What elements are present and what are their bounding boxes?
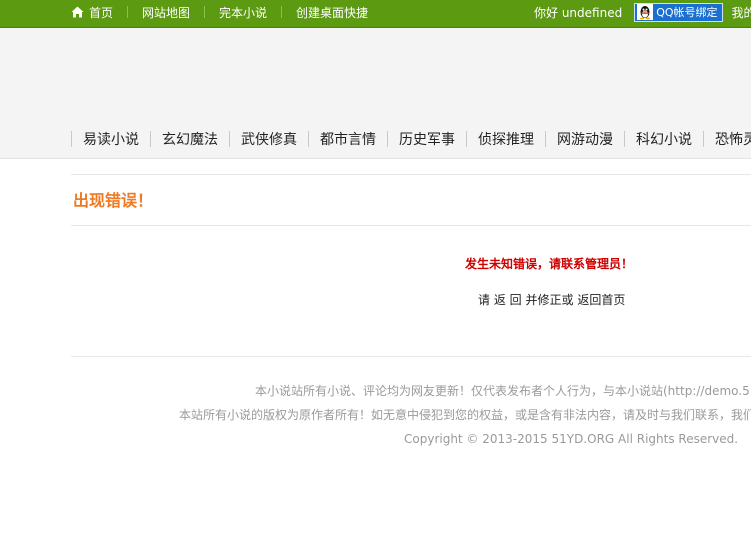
go-back-link[interactable]: 返 回 [494,293,522,307]
nav-home-link[interactable]: 首页 [89,4,113,21]
nav-divider [127,6,129,18]
nav-sitemap-link[interactable]: 网站地图 [142,4,190,21]
error-message: 发生未知错误，请联系管理员！ [465,257,634,271]
nav-divider [281,6,283,18]
nav-home[interactable]: 首页 [71,4,113,21]
category-link[interactable]: 恐怖灵 [704,129,751,149]
top-nav: 首页 网站地图 完本小说 创建桌面快捷 [71,0,368,24]
error-actions-middle: 并修正或 [525,293,574,307]
content-divider [71,356,751,357]
home-icon [71,6,84,18]
error-actions-prefix: 请 [478,293,491,307]
category-link[interactable]: 都市言情 [309,129,387,149]
error-title: 出现错误！ [73,191,154,210]
footer-disclaimer: 本小说站所有小说、评论均为网友更新！仅代表发布者个人行为，与本小说站(http:… [255,384,751,398]
category-link[interactable]: 玄幻魔法 [151,129,229,149]
qq-bind-label: QQ帐号绑定 [656,6,718,19]
greeting-text: 你好 undefined [534,5,623,20]
my-account-link[interactable]: 我的 [732,4,751,21]
qq-penguin-icon [637,4,654,20]
content-divider [71,174,751,175]
category-nav: 易读小说 玄幻魔法 武侠修真 都市言情 历史军事 侦探推理 网游动漫 科幻小说 … [71,120,751,158]
category-link[interactable]: 科幻小说 [625,129,703,149]
category-link[interactable]: 历史军事 [388,129,466,149]
user-area: 你好 undefined QQ帐号绑定 我的 [534,0,751,24]
error-actions: 请 返 回 并修正或 返回首页 [478,291,625,308]
content-divider [71,225,751,226]
footer-copyright: Copyright © 2013-2015 51YD.ORG All Right… [404,432,739,446]
top-bar: 首页 网站地图 完本小说 创建桌面快捷 你好 undefined QQ帐号绑定 … [0,0,751,28]
nav-desktop-shortcut-link[interactable]: 创建桌面快捷 [296,4,368,21]
category-link[interactable]: 网游动漫 [546,129,624,149]
category-link[interactable]: 武侠修真 [230,129,308,149]
nav-divider [204,6,206,18]
category-link[interactable]: 易读小说 [72,129,150,149]
category-link[interactable]: 侦探推理 [467,129,545,149]
return-home-link[interactable]: 返回首页 [577,293,625,307]
nav-completed-novels-link[interactable]: 完本小说 [219,4,267,21]
footer-copyright-notice: 本站所有小说的版权为原作者所有！如无意中侵犯到您的权益，或是含有非法内容，请及时… [179,408,751,422]
qq-bind-button[interactable]: QQ帐号绑定 [634,2,723,22]
